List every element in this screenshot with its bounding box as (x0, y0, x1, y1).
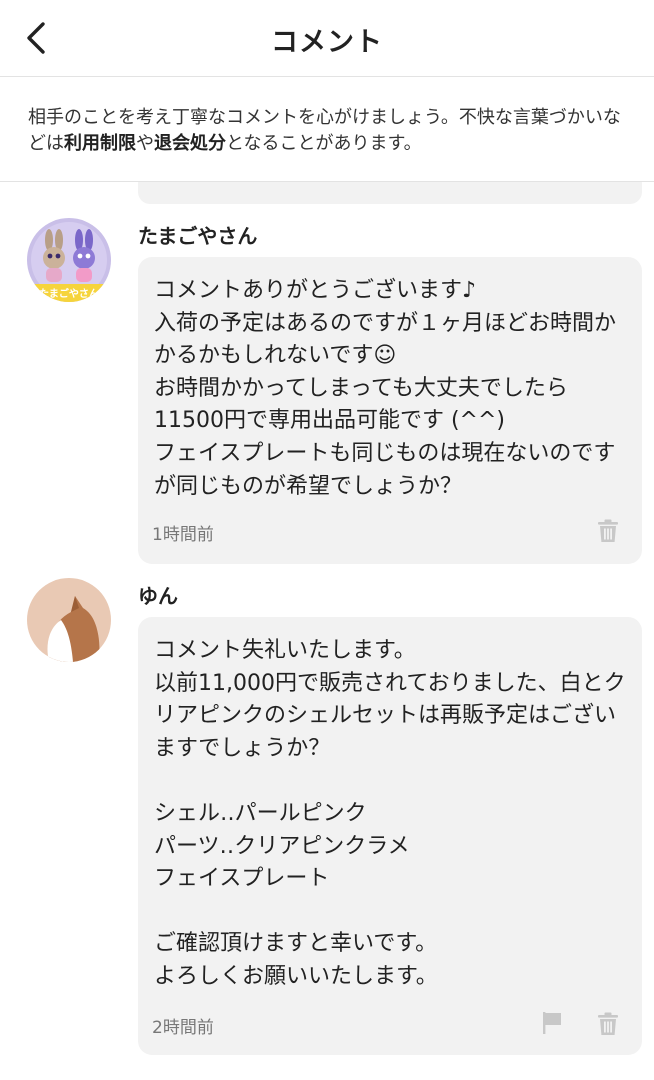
delete-button[interactable] (595, 518, 621, 544)
comment-timestamp: 2時間前 (152, 1018, 214, 1038)
notice-bold-usage-restriction: 利用制限 (64, 133, 136, 154)
comment-bubble: コメントありがとうございます♪ 入荷の予定はあるのですが１ヶ月ほどお時間かかるか… (138, 257, 642, 564)
notice-text-part: となることがあります。 (226, 133, 422, 154)
flag-icon (543, 1012, 561, 1034)
avatar[interactable] (27, 578, 111, 662)
avatar-label: たまごやさん (39, 287, 99, 300)
comment-username[interactable]: ゆん (138, 580, 178, 609)
comment-guideline-notice: 相手のことを考え丁寧なコメントを心がけましょう。不快な言葉づかいなどは利用制限や… (0, 77, 654, 182)
previous-comment-bubble (138, 182, 642, 204)
comment-body: コメント失礼いたします。 以前11,000円で販売されておりました、白とクリアピ… (154, 638, 626, 989)
avatar[interactable]: たまごやさん (27, 218, 111, 302)
header-bar: コメント (0, 0, 654, 77)
trash-icon (598, 519, 618, 542)
page-title: コメント (271, 27, 383, 58)
avatar-bunny-image: たまごやさん (27, 218, 111, 302)
notice-text-part: や (136, 133, 154, 154)
avatar-cat-image (27, 578, 111, 662)
report-button[interactable] (539, 1010, 565, 1036)
trash-icon (598, 1012, 618, 1035)
comment-list[interactable]: たまごやさん たまごやさん コメントありがとうございます♪ 入荷の予定はあるので… (0, 182, 654, 1080)
comment-timestamp: 1時間前 (152, 525, 214, 545)
comment-bubble: コメント失礼いたします。 以前11,000円で販売されておりました、白とクリアピ… (138, 617, 642, 1055)
comment-body: コメントありがとうございます♪ 入荷の予定はあるのですが１ヶ月ほどお時間かかるか… (154, 278, 617, 499)
comment-username[interactable]: たまごやさん (138, 220, 257, 249)
delete-button[interactable] (595, 1011, 621, 1037)
notice-bold-account-deletion: 退会処分 (154, 133, 226, 154)
notice-text: 相手のことを考え丁寧なコメントを心がけましょう。不快な言葉づかいなどは利用制限や… (28, 105, 628, 157)
